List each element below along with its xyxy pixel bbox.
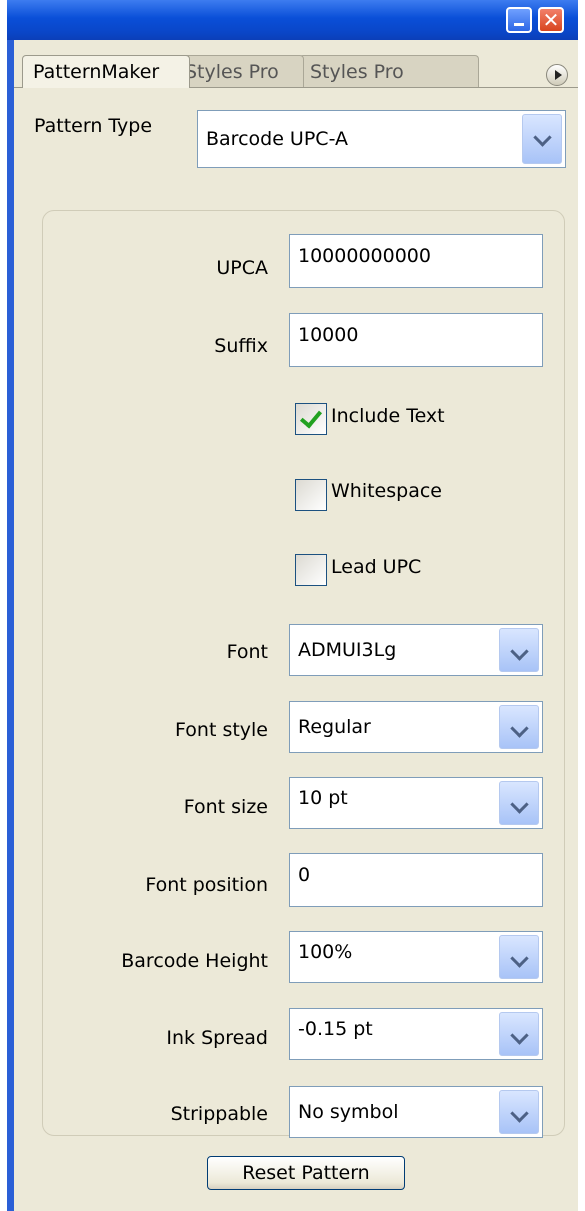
font-position-label: Font position <box>145 874 268 896</box>
close-button[interactable]: ✕ <box>538 7 564 33</box>
pattern-type-value: Barcode UPC-A <box>206 128 348 150</box>
flyout-menu-icon[interactable] <box>546 64 568 86</box>
chevron-down-icon[interactable] <box>499 1012 539 1056</box>
tab-styles-pro-2[interactable]: Styles Pro <box>299 55 479 88</box>
whitespace-label[interactable]: Whitespace <box>331 480 442 502</box>
upca-label: UPCA <box>216 257 268 279</box>
upca-input[interactable]: 10000000000 <box>289 234 543 288</box>
reset-pattern-button[interactable]: Reset Pattern <box>207 1156 405 1190</box>
suffix-input[interactable]: 10000 <box>289 313 543 367</box>
barcode-height-label: Barcode Height <box>121 950 268 972</box>
suffix-label: Suffix <box>214 335 268 357</box>
minimize-button[interactable] <box>506 7 532 33</box>
lead-upc-checkbox[interactable] <box>295 554 327 586</box>
pattern-type-label: Pattern Type <box>34 115 153 137</box>
ink-spread-select[interactable]: -0.15 pt <box>289 1008 543 1060</box>
tab-patternmaker[interactable]: PatternMaker <box>22 55 190 88</box>
ink-spread-label: Ink Spread <box>166 1027 268 1049</box>
strippable-value: No symbol <box>298 1101 399 1123</box>
barcode-height-value: 100% <box>298 941 353 963</box>
font-label: Font <box>226 641 268 663</box>
font-position-input[interactable]: 0 <box>289 853 543 907</box>
pattern-type-select[interactable]: Barcode UPC-A <box>197 110 566 168</box>
strippable-label: Strippable <box>170 1103 268 1125</box>
chevron-down-icon[interactable] <box>499 935 539 979</box>
tab-styles-pro-1[interactable]: Styles Pro <box>174 55 304 88</box>
font-value: ADMUI3Lg <box>298 639 397 661</box>
lead-upc-label[interactable]: Lead UPC <box>331 556 421 578</box>
font-size-label: Font size <box>183 796 268 818</box>
chevron-down-icon[interactable] <box>499 705 539 749</box>
font-style-select[interactable]: Regular <box>289 701 543 753</box>
include-text-checkbox[interactable] <box>295 403 327 435</box>
strippable-select[interactable]: No symbol <box>289 1086 543 1138</box>
chevron-down-icon[interactable] <box>499 781 539 825</box>
font-size-value: 10 pt <box>298 787 348 809</box>
font-size-select[interactable]: 10 pt <box>289 777 543 829</box>
title-bar[interactable]: ✕ <box>7 0 578 40</box>
chevron-down-icon[interactable] <box>499 628 539 672</box>
include-text-label[interactable]: Include Text <box>331 405 445 427</box>
font-style-label: Font style <box>175 719 268 741</box>
chevron-down-icon[interactable] <box>499 1090 539 1134</box>
barcode-height-select[interactable]: 100% <box>289 931 543 983</box>
ink-spread-value: -0.15 pt <box>298 1018 373 1040</box>
font-select[interactable]: ADMUI3Lg <box>289 624 543 676</box>
whitespace-checkbox[interactable] <box>295 479 327 511</box>
palette-window: ✕ Styles Pro Styles Pro PatternMaker Pat… <box>7 0 578 1211</box>
font-style-value: Regular <box>298 716 371 738</box>
panel-body: Styles Pro Styles Pro PatternMaker Patte… <box>14 40 578 1211</box>
chevron-down-icon[interactable] <box>522 114 562 164</box>
